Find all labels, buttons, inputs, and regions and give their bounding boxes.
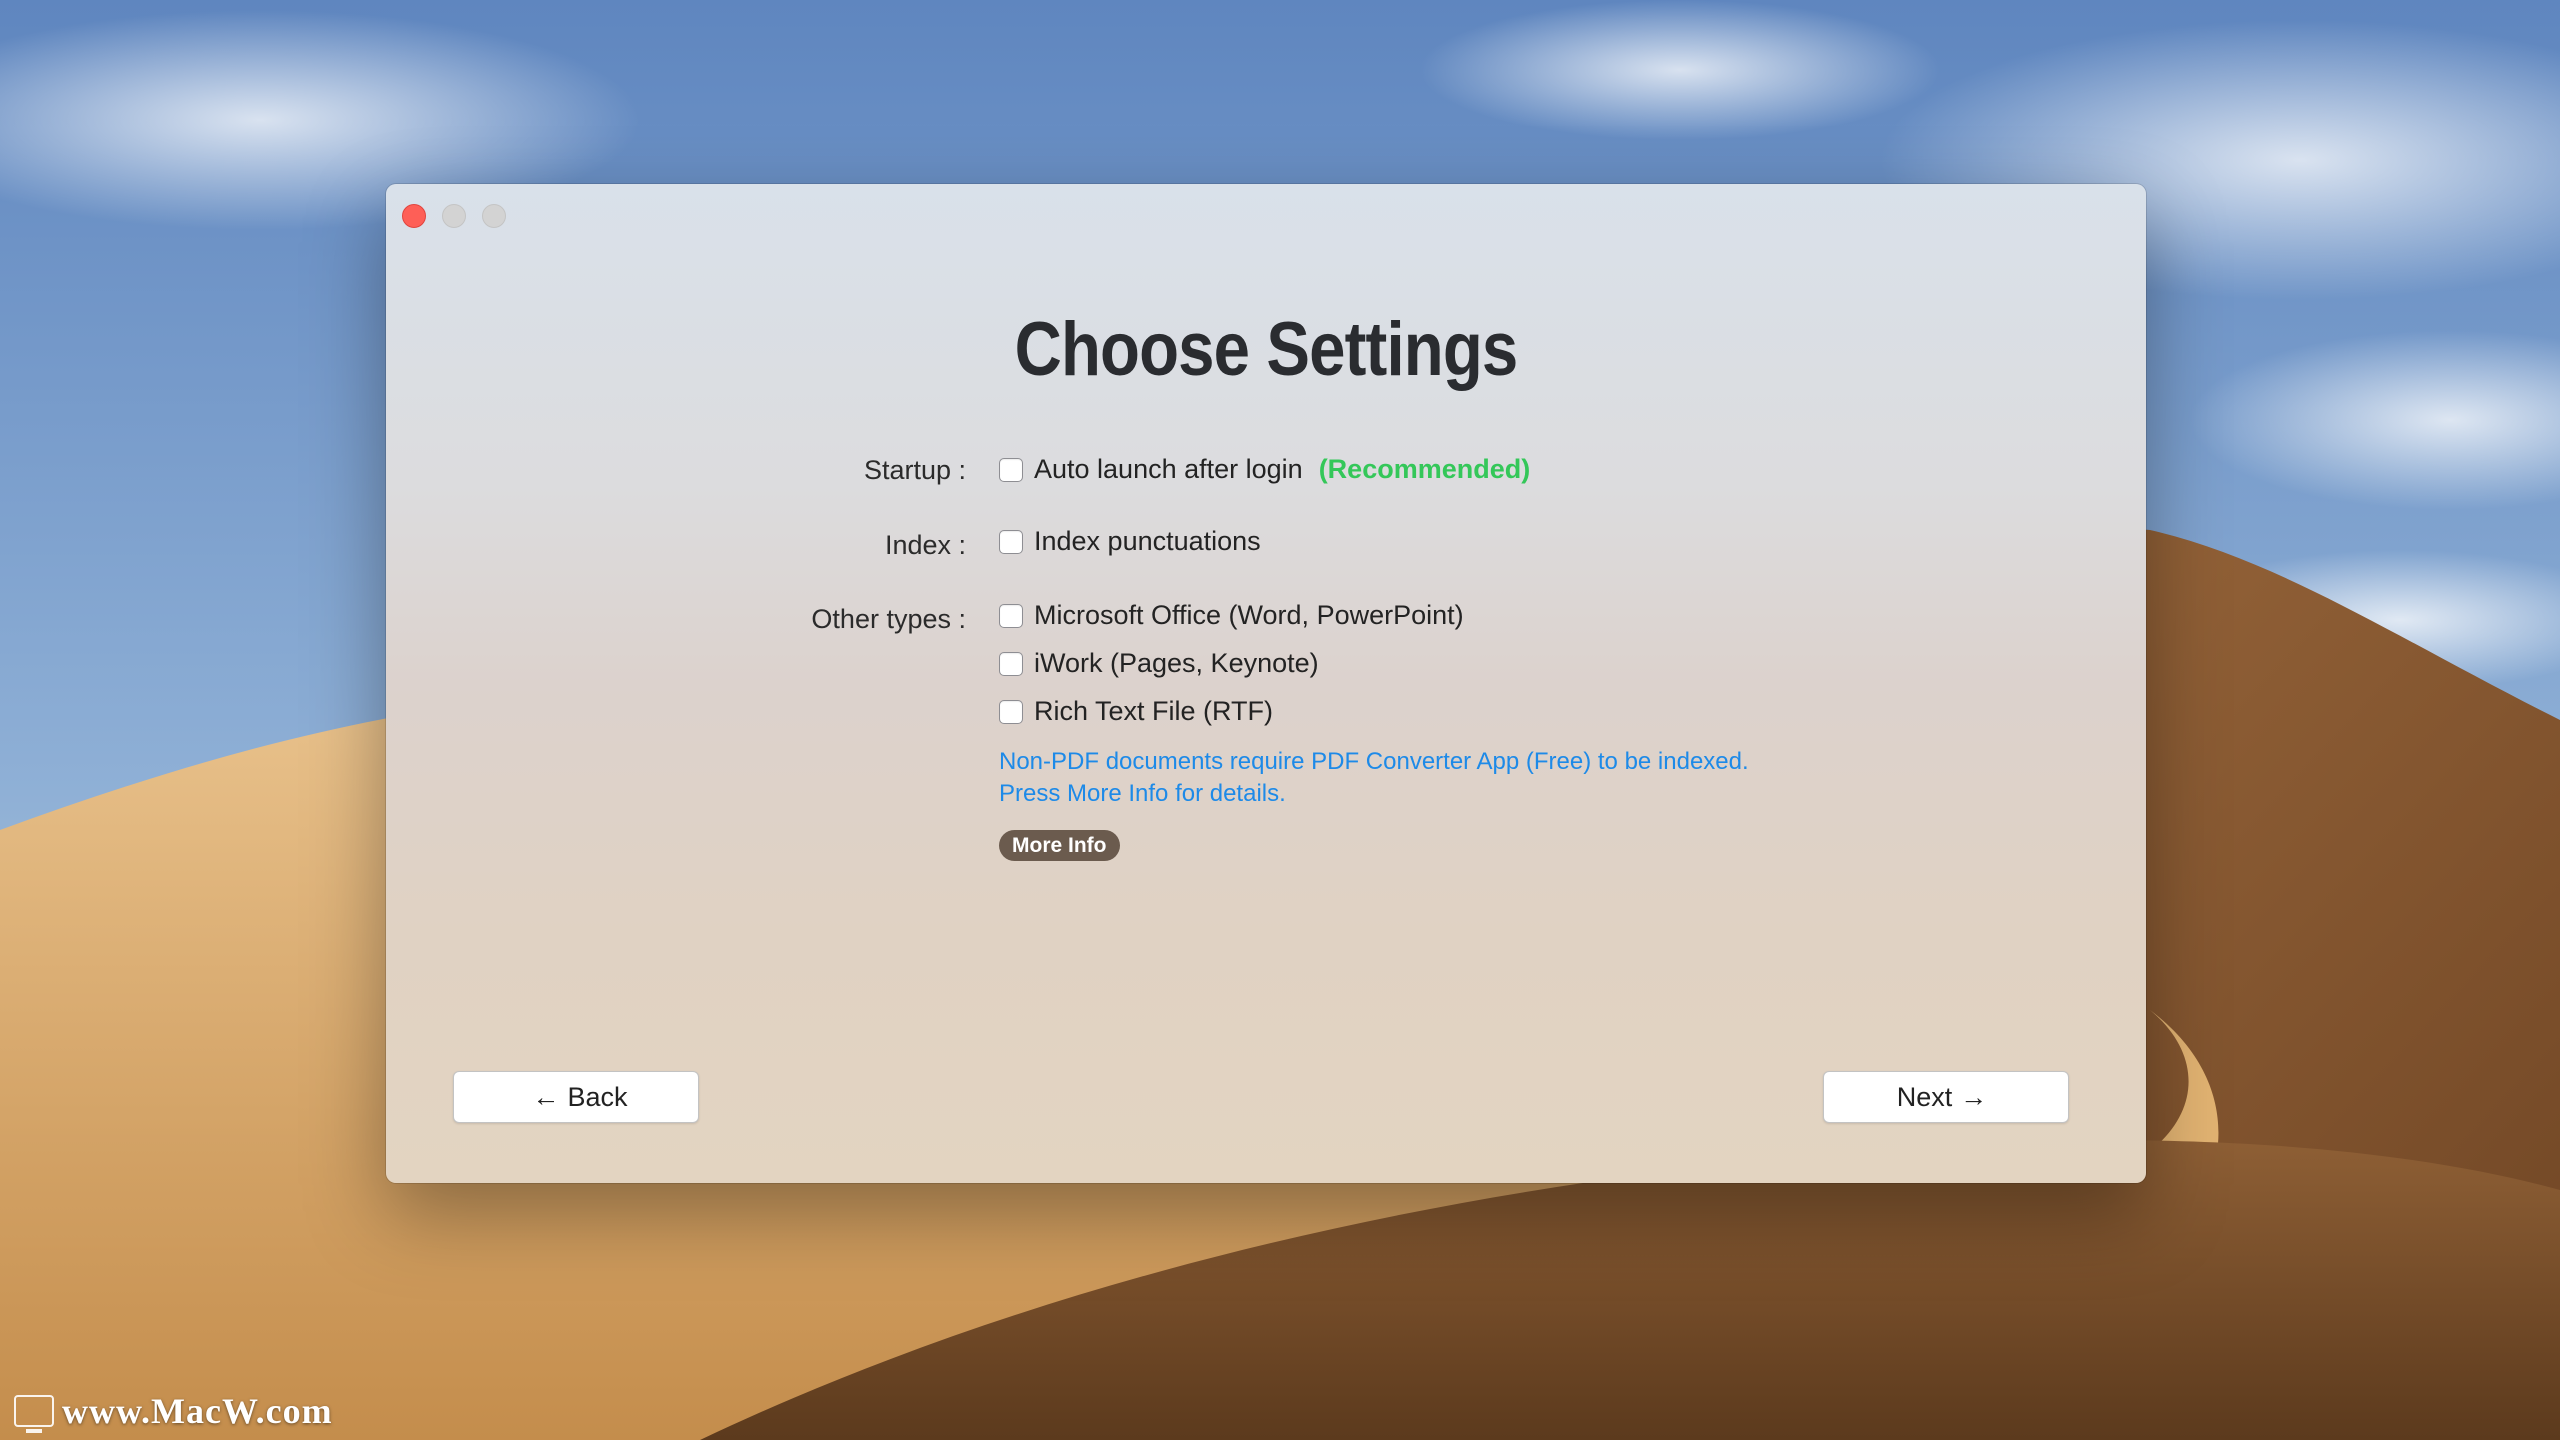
page-title: Choose Settings — [1014, 307, 1519, 392]
back-button-label: Back — [567, 1081, 628, 1112]
microsoft-office-checkbox[interactable] — [999, 603, 1023, 628]
rtf-option[interactable]: Rich Text File (RTF) — [999, 696, 1273, 727]
watermark-logo-icon — [14, 1395, 54, 1433]
auto-launch-label: Auto launch after login — [1034, 454, 1303, 484]
auto-launch-checkbox[interactable] — [999, 457, 1023, 482]
iwork-checkbox[interactable] — [999, 651, 1023, 676]
zoom-window-button[interactable] — [482, 204, 506, 228]
setup-window: Choose Settings Startup : Auto launch af… — [386, 184, 2146, 1183]
arrow-left-icon: ← — [532, 1081, 560, 1112]
next-button-label: Next — [1896, 1081, 1953, 1112]
index-label: Index : — [884, 530, 966, 560]
microsoft-office-option[interactable]: Microsoft Office (Word, PowerPoint) — [999, 600, 1464, 631]
watermark: www.MacW.com — [14, 1390, 333, 1433]
iwork-label: iWork (Pages, Keynote) — [1034, 648, 1319, 678]
watermark-text: www.MacW.com — [62, 1391, 333, 1431]
startup-label: Startup : — [863, 455, 966, 485]
arrow-right-icon: → — [1960, 1081, 1988, 1112]
rtf-checkbox[interactable] — [999, 699, 1023, 724]
converter-note-line1: Non-PDF documents require PDF Converter … — [999, 748, 1749, 775]
index-punctuations-label: Index punctuations — [1034, 526, 1261, 556]
microsoft-office-label: Microsoft Office (Word, PowerPoint) — [1034, 600, 1464, 630]
recommended-badge: (Recommended) — [1318, 454, 1531, 484]
index-punctuations-option[interactable]: Index punctuations — [999, 526, 1261, 557]
other-types-label: Other types : — [811, 604, 966, 634]
close-window-button[interactable] — [402, 204, 426, 228]
auto-launch-option[interactable]: Auto launch after login (Recommended) — [999, 454, 1530, 485]
iwork-option[interactable]: iWork (Pages, Keynote) — [999, 648, 1319, 679]
minimize-window-button[interactable] — [442, 204, 466, 228]
converter-note-line2: Press More Info for details. — [999, 780, 1286, 807]
index-punctuations-checkbox[interactable] — [999, 529, 1023, 554]
back-button[interactable]: ← Back — [453, 1071, 699, 1123]
rtf-label: Rich Text File (RTF) — [1034, 696, 1274, 726]
more-info-button[interactable]: More Info — [999, 830, 1120, 861]
next-button[interactable]: Next → — [1823, 1071, 2069, 1123]
